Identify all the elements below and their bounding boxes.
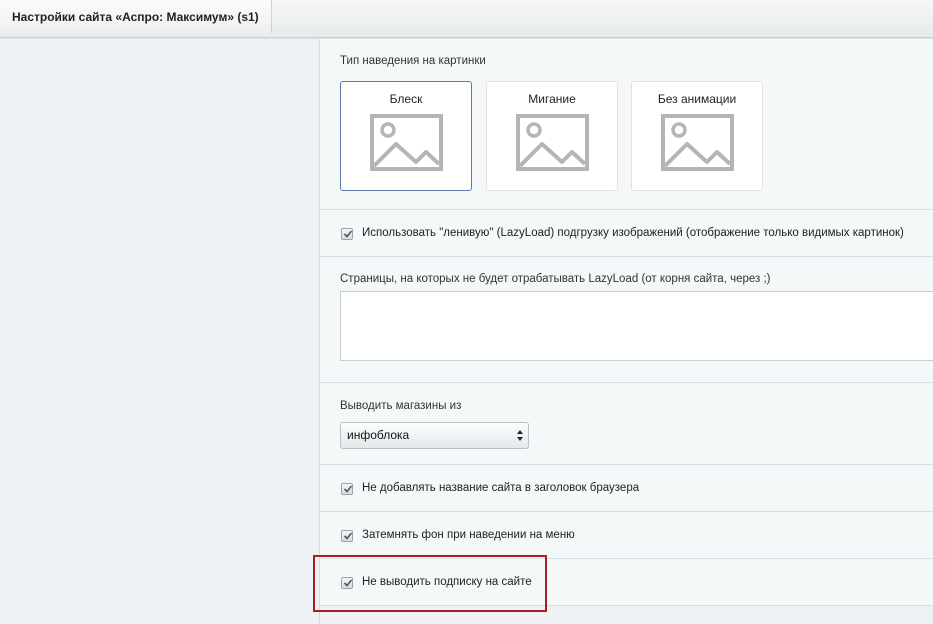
stores-source-value: инфоблока (347, 428, 410, 442)
hover-type-label: Тип наведения на картинки (340, 55, 486, 67)
stores-source-row: Выводить магазины из инфоблока (320, 383, 933, 465)
stores-source-label: Выводить магазины из (340, 400, 462, 412)
hover-option-none[interactable]: Без анимации (631, 81, 763, 191)
dim-menu-checkbox[interactable] (341, 530, 353, 542)
hover-option-label: Без анимации (657, 92, 737, 106)
tab-site-settings[interactable]: Настройки сайта «Аспро: Максимум» (s1) (0, 0, 272, 33)
hover-option-label: Мигание (528, 92, 576, 106)
lazyload-row: Использовать "ленивую" (LazyLoad) подгру… (320, 210, 933, 257)
hover-type-section: Тип наведения на картинки Блеск Мигание … (320, 39, 933, 210)
select-arrows-icon (517, 430, 523, 441)
hover-option-blink[interactable]: Мигание (486, 81, 618, 191)
no-site-name-checkbox[interactable] (341, 483, 353, 495)
checkmark-icon (343, 532, 353, 540)
hover-option-label: Блеск (389, 92, 423, 106)
checkmark-icon (343, 230, 353, 238)
lazyload-exclude-label: Страницы, на которых не будет отрабатыва… (340, 273, 771, 285)
highlight-box (313, 555, 547, 612)
lazyload-label: Использовать "ленивую" (LazyLoad) подгру… (362, 227, 904, 239)
hover-option-shine[interactable]: Блеск (340, 81, 472, 191)
settings-panel: Тип наведения на картинки Блеск Мигание … (319, 39, 933, 624)
lazyload-checkbox[interactable] (341, 228, 353, 240)
checkmark-icon (343, 485, 353, 493)
no-site-name-label: Не добавлять название сайта в заголовок … (362, 482, 640, 494)
lazyload-exclude-row: Страницы, на которых не будет отрабатыва… (320, 257, 933, 383)
lazyload-exclude-textarea[interactable] (340, 291, 933, 361)
image-placeholder-icon (516, 114, 589, 171)
no-site-name-row: Не добавлять название сайта в заголовок … (320, 465, 933, 512)
tab-bar: Настройки сайта «Аспро: Максимум» (s1) (0, 0, 933, 38)
image-placeholder-icon (661, 114, 734, 171)
dim-menu-label: Затемнять фон при наведении на меню (362, 529, 575, 541)
dim-menu-row: Затемнять фон при наведении на меню (320, 512, 933, 559)
image-placeholder-icon (370, 114, 443, 171)
left-panel (0, 39, 320, 624)
stores-source-select[interactable]: инфоблока (340, 422, 529, 449)
